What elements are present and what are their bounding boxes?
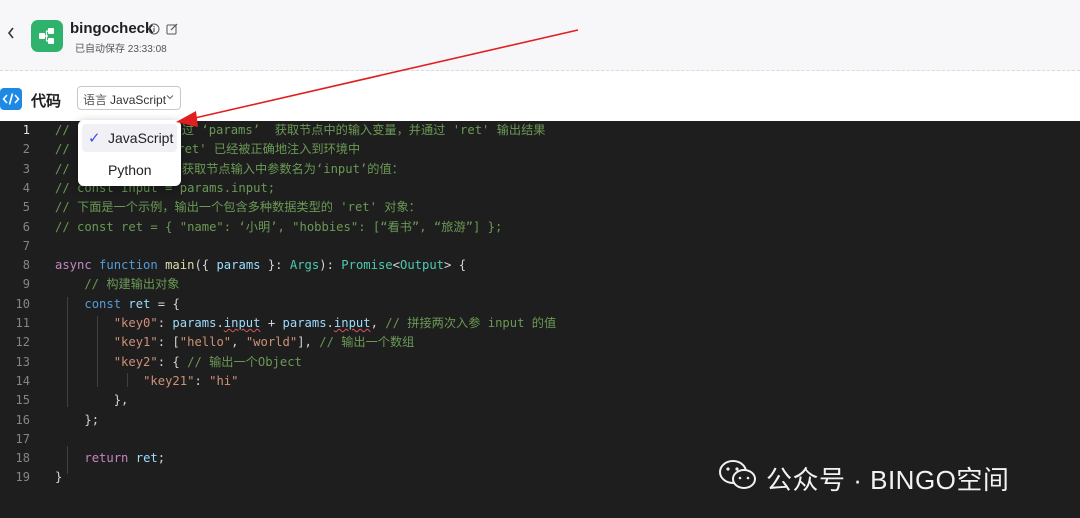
wechat-icon bbox=[718, 458, 758, 492]
annotation-arrow bbox=[176, 29, 579, 127]
watermark-text: 公众号 · BINGO空间 bbox=[766, 465, 1010, 495]
